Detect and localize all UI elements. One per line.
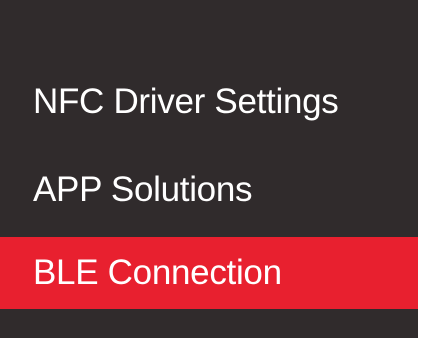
- menu-item-label: NFC Driver Settings: [33, 82, 339, 121]
- menu-item-label: APP Solutions: [33, 170, 253, 209]
- menu-item-ble-connection[interactable]: BLE Connection: [0, 237, 418, 309]
- navigation-menu: NFC Driver Settings APP Solutions BLE Co…: [0, 0, 418, 338]
- menu-item-app-solutions[interactable]: APP Solutions: [0, 158, 418, 222]
- menu-item-label: BLE Connection: [33, 253, 282, 292]
- menu-item-nfc-driver-settings[interactable]: NFC Driver Settings: [0, 70, 418, 134]
